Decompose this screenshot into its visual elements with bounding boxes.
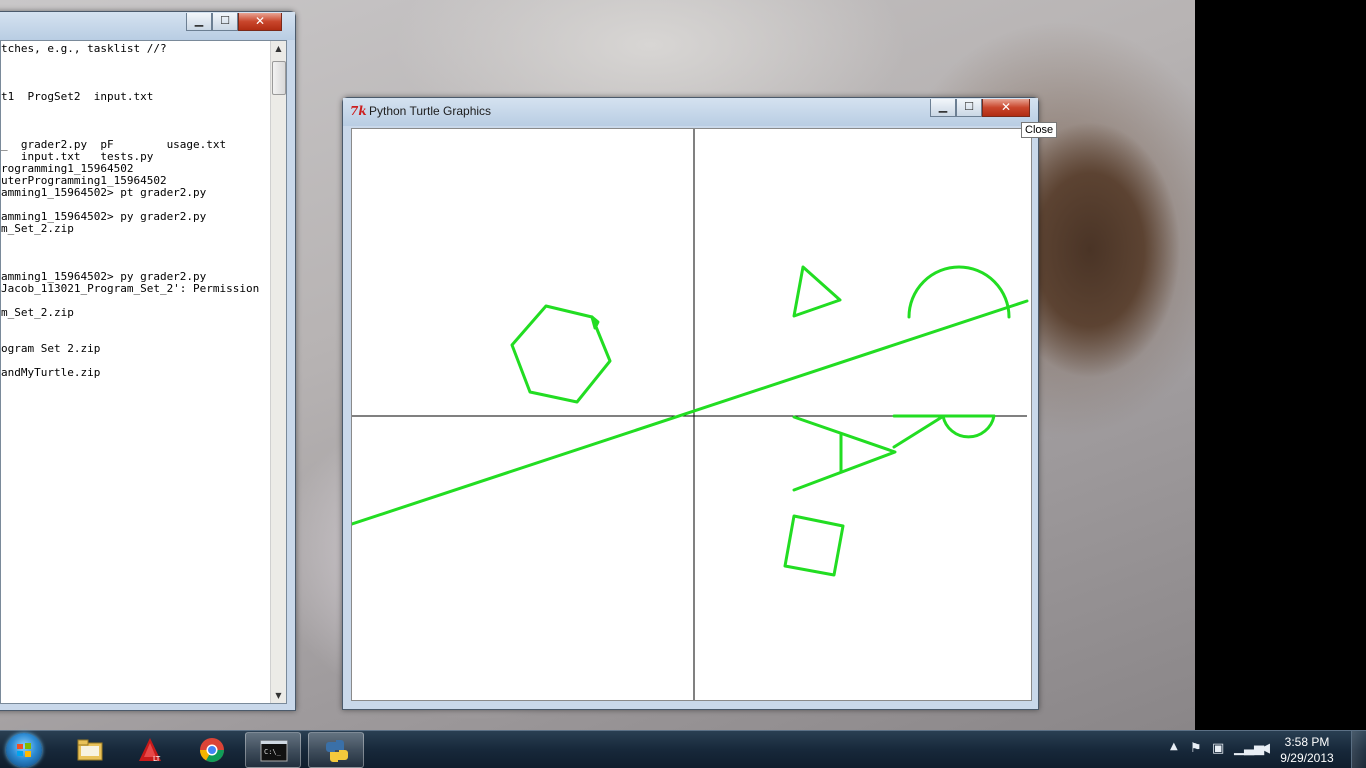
- scroll-up-icon[interactable]: ▲: [271, 41, 286, 56]
- svg-text:C:\_: C:\_: [264, 748, 282, 756]
- desktop-black-area: [1195, 0, 1366, 730]
- console-minimize-button[interactable]: ▁: [186, 13, 212, 31]
- console-output[interactable]: tches, e.g., tasklist //? t1 ProgSet2 in…: [0, 40, 287, 704]
- taskbar-autocad[interactable]: LT: [122, 732, 178, 768]
- turtle-titlebar[interactable]: 7k Python Turtle Graphics ▁ ☐ ✕: [343, 98, 1038, 126]
- windows-orb-icon: [17, 743, 31, 757]
- svg-text:LT: LT: [153, 755, 161, 763]
- console-text: tches, e.g., tasklist //? t1 ProgSet2 in…: [1, 43, 260, 379]
- close-tooltip: Close: [1021, 122, 1058, 138]
- taskbar-python[interactable]: [308, 732, 364, 768]
- clock-time: 3:58 PM: [1284, 735, 1330, 749]
- turtle-canvas[interactable]: [350, 128, 1032, 701]
- folder-icon: [77, 739, 103, 761]
- triangle-shape: [792, 265, 842, 318]
- show-desktop-button[interactable]: [1351, 731, 1366, 768]
- action-center-flag-icon[interactable]: ⚑: [1190, 741, 1202, 756]
- diagonal-line: [350, 299, 1029, 526]
- turtle-close-button[interactable]: ✕: [982, 99, 1030, 117]
- taskbar-command-prompt[interactable]: C:\_: [245, 732, 301, 768]
- console-titlebar[interactable]: ▁ ☐ ✕: [0, 12, 295, 40]
- turtle-window[interactable]: 7k Python Turtle Graphics ▁ ☐ ✕: [342, 97, 1039, 710]
- device-icon[interactable]: ▣: [1212, 741, 1224, 756]
- autocad-icon: LT: [139, 738, 161, 763]
- console-scrollbar[interactable]: ▲ ▼: [270, 41, 286, 703]
- tk-feather-icon: 7k: [350, 104, 367, 118]
- arc-shape: [907, 265, 1011, 319]
- turtle-minimize-button[interactable]: ▁: [930, 99, 956, 117]
- taskbar: LT C:\_ ▲ ⚑ ▣ ▁▃▅ ◀ 3:58 PM 9/29/2013: [0, 730, 1366, 768]
- console-maximize-button[interactable]: ☐: [212, 13, 238, 31]
- chrome-icon: [200, 738, 224, 763]
- show-hidden-icons-icon[interactable]: ▲: [1170, 741, 1178, 752]
- square-shape: [783, 514, 845, 577]
- turtle-cursor: [590, 315, 600, 330]
- cmd-icon: C:\_: [260, 740, 288, 762]
- console-close-button[interactable]: ✕: [238, 13, 282, 31]
- turtle-maximize-button[interactable]: ☐: [956, 99, 982, 117]
- system-tray: ▲ ⚑ ▣ ▁▃▅ ◀ 3:58 PM 9/29/2013: [1156, 731, 1366, 768]
- clock-date: 9/29/2013: [1280, 751, 1334, 765]
- turtle-drawing: [350, 129, 1029, 700]
- scroll-thumb[interactable]: [272, 61, 286, 95]
- window-title: Python Turtle Graphics: [369, 104, 492, 118]
- taskbar-explorer[interactable]: [62, 732, 118, 768]
- letter-r-leg: [892, 415, 944, 449]
- volume-icon[interactable]: ◀: [1260, 741, 1270, 756]
- python-icon: [326, 740, 348, 762]
- taskbar-chrome[interactable]: [184, 732, 240, 768]
- clock[interactable]: 3:58 PM 9/29/2013: [1272, 734, 1342, 766]
- start-button[interactable]: [6, 733, 42, 767]
- console-window[interactable]: ▁ ☐ ✕ tches, e.g., tasklist //? t1 ProgS…: [0, 11, 296, 711]
- letter-r-bowl: [941, 414, 996, 439]
- letter-a-strokes: [792, 415, 897, 492]
- scroll-down-icon[interactable]: ▼: [271, 688, 286, 703]
